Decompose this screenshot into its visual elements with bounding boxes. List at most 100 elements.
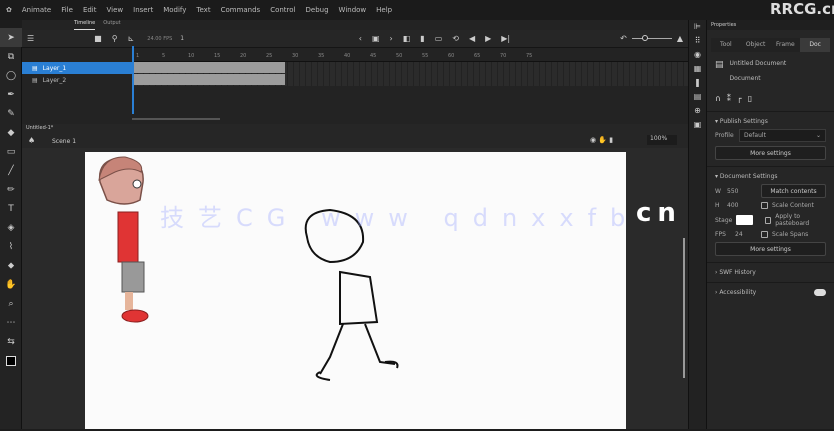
split-icon[interactable]: ▮	[420, 34, 424, 43]
layers-icon[interactable]: ☰	[27, 34, 34, 43]
lasso-tool-icon[interactable]: ◯	[0, 66, 22, 85]
components-icon[interactable]: ❚	[689, 76, 706, 90]
step-back-icon[interactable]: ◀	[469, 34, 475, 43]
brush-tool-icon[interactable]: ✎	[0, 104, 22, 123]
tab-doc[interactable]: Doc	[800, 38, 830, 52]
pencil-tool-icon[interactable]: ✏	[0, 180, 22, 199]
menu-insert[interactable]: Insert	[133, 6, 153, 14]
frame-readout[interactable]: 1	[180, 35, 184, 42]
tab-timeline[interactable]: Timeline	[74, 20, 96, 30]
layer-name[interactable]: Layer_2	[43, 77, 67, 84]
fill-tool-icon[interactable]: ⬥	[0, 256, 22, 275]
history-icon[interactable]: ▣	[689, 118, 706, 132]
undo-zoom-icon[interactable]: ↶	[620, 34, 627, 43]
rectangle-tool-icon[interactable]: ▭	[0, 142, 22, 161]
frame-ruler[interactable]: 1 5 10 15 20 25 30 35 40 45 50 55 60 65 70 75	[132, 48, 688, 62]
frame-icon[interactable]: ▭	[435, 34, 443, 43]
stage-scrollbar[interactable]	[683, 238, 685, 378]
guides-icon[interactable]: ▯	[748, 94, 752, 103]
paint-bucket-icon[interactable]: ◈	[0, 218, 22, 237]
onion-skin-icon[interactable]: ◧	[403, 34, 411, 43]
layer-row[interactable]: ▤ Layer_2	[22, 74, 132, 86]
tab-output[interactable]: Output	[103, 20, 120, 30]
doc-tab[interactable]: Untitled-1*	[26, 125, 53, 131]
menu-control[interactable]: Control	[270, 6, 295, 14]
scene-icon[interactable]: ♠	[28, 136, 35, 145]
document-settings-section[interactable]: ▾ Document Settings W 550 Match contents …	[707, 166, 834, 262]
swap-colors-icon[interactable]: ⇆	[0, 332, 22, 351]
menu-text[interactable]: Text	[196, 6, 210, 14]
frame-span[interactable]	[132, 74, 285, 85]
library-icon[interactable]: ▦	[689, 62, 706, 76]
hand-tool-icon[interactable]: ✋	[0, 275, 22, 294]
selection-tool-icon[interactable]: ➤	[0, 28, 22, 47]
menu-debug[interactable]: Debug	[306, 6, 329, 14]
scale-content-checkbox[interactable]	[761, 202, 768, 209]
zoom-tool-icon[interactable]: ⌕	[0, 294, 22, 313]
accessibility-section[interactable]: › Accessibility	[707, 282, 834, 302]
align-icon[interactable]: ⊫	[689, 20, 706, 34]
mountains-icon[interactable]: ▲	[677, 34, 683, 43]
loop-icon[interactable]: ⟲	[452, 34, 459, 43]
timeline-zoom-slider[interactable]	[631, 35, 672, 41]
menu-help[interactable]: Help	[376, 6, 392, 14]
width-field[interactable]: 550	[727, 188, 757, 195]
text-tool-icon[interactable]: T	[0, 199, 22, 218]
color-swatches[interactable]	[0, 351, 22, 370]
next-keyframe-icon[interactable]: ›	[390, 34, 393, 43]
menu-app[interactable]: Animate	[22, 6, 51, 14]
assets-icon[interactable]: ▤	[689, 90, 706, 104]
more-settings-button[interactable]: More settings	[715, 146, 826, 160]
menu-window[interactable]: Window	[339, 6, 367, 14]
eyedropper-icon[interactable]: ⌇	[0, 237, 22, 256]
accessibility-toggle[interactable]	[814, 289, 826, 296]
insert-keyframe-icon[interactable]: ▣	[372, 34, 380, 43]
prev-keyframe-icon[interactable]: ‹	[359, 34, 362, 43]
parent-icon[interactable]: ⚲	[112, 34, 118, 43]
line-tool-icon[interactable]: ╱	[0, 161, 22, 180]
frames-row[interactable]	[132, 74, 688, 86]
motion-icon[interactable]: ⊕	[689, 104, 706, 118]
tab-tool[interactable]: Tool	[711, 38, 741, 52]
tab-frame[interactable]: Frame	[771, 38, 801, 52]
menu-file[interactable]: File	[61, 6, 73, 14]
step-forward-icon[interactable]: ▶|	[501, 34, 510, 43]
more-settings-button-2[interactable]: More settings	[715, 242, 826, 256]
layer-name[interactable]: Layer_1	[43, 65, 67, 72]
camera-icon[interactable]: ■	[94, 34, 102, 43]
transform-tool-icon[interactable]: ⧉	[0, 47, 22, 66]
play-icon[interactable]: ▶	[485, 34, 491, 43]
snap-icon[interactable]: ⁑	[727, 94, 731, 103]
timeline-scrollbar[interactable]	[132, 118, 220, 120]
graph-icon[interactable]: ⊾	[128, 34, 135, 43]
apply-pasteboard-checkbox[interactable]	[765, 216, 772, 224]
fps-field[interactable]: 24	[735, 231, 757, 238]
frame-span[interactable]	[132, 62, 285, 73]
grid-icon[interactable]: ⠿	[689, 34, 706, 48]
publish-settings-section[interactable]: ▾ Publish Settings Profile Default ⌄ More…	[707, 111, 834, 166]
eraser-tool-icon[interactable]: ◆	[0, 123, 22, 142]
color-icon[interactable]: ◉	[689, 48, 706, 62]
more-tools-icon[interactable]: ⋯	[0, 313, 22, 332]
profile-select[interactable]: Default ⌄	[739, 129, 826, 142]
scale-spans-checkbox[interactable]	[761, 231, 768, 238]
menu-view[interactable]: View	[107, 6, 124, 14]
stage-tools-icons[interactable]: ◉ ✋ ▮	[590, 136, 613, 144]
menu-modify[interactable]: Modify	[163, 6, 186, 14]
match-contents-button[interactable]: Match contents	[761, 184, 826, 198]
zoom-select[interactable]: 100%	[647, 135, 677, 145]
corner-icon[interactable]: ┌	[737, 94, 742, 103]
stage-color-swatch[interactable]	[736, 215, 754, 225]
menu-commands[interactable]: Commands	[221, 6, 261, 14]
height-field[interactable]: 400	[727, 202, 757, 209]
pen-tool-icon[interactable]: ✒	[0, 85, 22, 104]
scene-selector[interactable]: Scene 1	[52, 138, 76, 145]
playhead[interactable]	[132, 46, 134, 114]
magnet-icon[interactable]: ∩	[715, 94, 721, 103]
fps-readout[interactable]: 24.00 FPS	[147, 36, 172, 42]
tab-object[interactable]: Object	[741, 38, 771, 52]
menu-edit[interactable]: Edit	[83, 6, 97, 14]
swf-history-section[interactable]: › SWF History	[707, 262, 834, 282]
stage-canvas[interactable]	[85, 152, 626, 429]
frames-row[interactable]	[132, 62, 688, 74]
